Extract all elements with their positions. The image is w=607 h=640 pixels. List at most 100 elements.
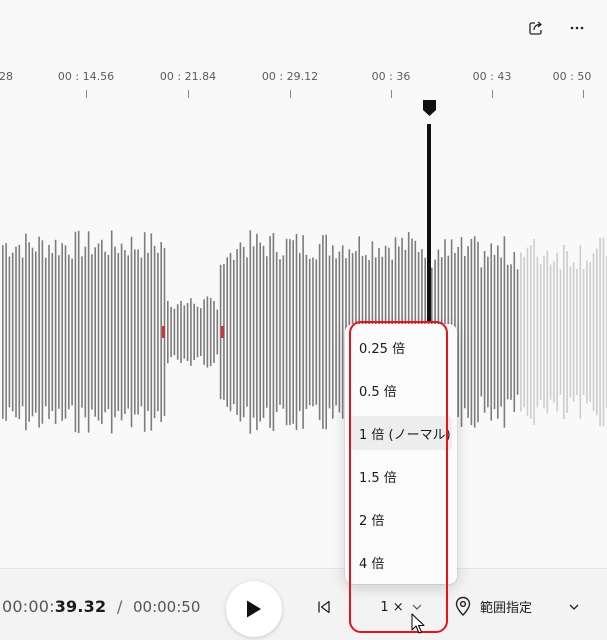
waveform-bar [259, 242, 261, 422]
tick-mark [583, 90, 584, 98]
speed-option-1-normal[interactable]: 1 倍 (ノーマル) [350, 416, 452, 450]
timeline-ruler[interactable]: 28 00 : 14.56 00 : 21.84 00 : 29.12 00 :… [0, 62, 607, 102]
speed-option-2[interactable]: 2 倍 [350, 502, 452, 536]
waveform-bar [457, 247, 459, 418]
waveform-bar [153, 245, 156, 419]
share-icon[interactable] [522, 14, 550, 42]
waveform-bar [8, 256, 11, 408]
waveform-bar [530, 244, 532, 420]
more-icon[interactable] [563, 14, 591, 42]
waveform-bar [308, 258, 311, 406]
waveform-bar [533, 239, 535, 425]
tick-mark [391, 90, 392, 98]
waveform-bar [335, 258, 337, 406]
waveform-bar [117, 253, 120, 411]
waveform-bar [500, 257, 502, 407]
speed-option-0-25[interactable]: 0.25 倍 [350, 330, 452, 364]
waveform-bar [487, 256, 489, 408]
waveform-bar [173, 308, 176, 356]
waveform-bar [572, 262, 575, 402]
waveform-bar [497, 245, 499, 419]
waveform-marker[interactable] [162, 326, 165, 338]
waveform-bar [193, 303, 195, 361]
waveform-bar [147, 252, 149, 412]
waveform-bar [559, 269, 562, 395]
tick-label: 00 : 29.12 [261, 70, 319, 83]
waveform-bar [473, 236, 476, 428]
tick-label: 28 [0, 70, 13, 83]
waveform-bar [68, 254, 70, 410]
waveform-bar [460, 237, 463, 427]
waveform-bar [556, 252, 558, 412]
waveform-bar [160, 241, 162, 423]
waveform-bar [569, 266, 572, 398]
waveform-bar [209, 298, 212, 367]
waveform[interactable] [0, 100, 607, 560]
waveform-bar [483, 251, 486, 413]
waveform-bar [493, 254, 496, 410]
waveform-bar [61, 243, 63, 421]
waveform-marker[interactable] [221, 326, 224, 338]
waveform-bar [186, 303, 189, 361]
tick-mark [492, 90, 493, 98]
waveform-bar [596, 248, 598, 416]
waveform-bar [256, 233, 258, 431]
waveform-bar [341, 245, 344, 419]
waveform-bar [566, 251, 568, 413]
total-time: 00:00:50 [133, 598, 201, 616]
waveform-bar [322, 235, 324, 429]
waveform-bar [18, 244, 21, 420]
waveform-bar [464, 255, 466, 409]
waveform-bar [563, 244, 565, 420]
waveform-bar [157, 252, 159, 412]
skip-back-button[interactable] [310, 593, 338, 621]
waveform-bar [503, 236, 506, 428]
mark-range-button[interactable]: 範囲指定 [454, 589, 550, 623]
waveform-bar [242, 246, 245, 418]
waveform-bar [510, 264, 512, 400]
waveform-bar [51, 252, 54, 411]
play-button[interactable] [226, 581, 282, 637]
tick-mark [86, 90, 87, 98]
waveform-bar [292, 240, 294, 424]
speed-option-1-5[interactable]: 1.5 倍 [350, 459, 452, 493]
playhead-line[interactable] [427, 124, 431, 322]
waveform-bar [279, 259, 281, 405]
waveform-bar [213, 301, 215, 363]
waveform-bar [35, 251, 37, 413]
waveform-bar [81, 256, 83, 408]
waveform-bar [236, 249, 238, 415]
waveform-bar [233, 259, 235, 405]
waveform-bar [470, 238, 473, 426]
waveform-bar [206, 296, 209, 368]
waveform-bar [282, 255, 285, 409]
waveform-bar [275, 252, 278, 412]
playhead-handle[interactable] [423, 100, 436, 116]
waveform-bar [513, 252, 516, 412]
waveform-bar [203, 299, 205, 365]
waveform-bar [302, 235, 304, 429]
waveform-bar [269, 236, 271, 428]
expand-button[interactable] [562, 593, 586, 621]
speed-option-0-5[interactable]: 0.5 倍 [350, 373, 452, 407]
waveform-bar [246, 257, 248, 407]
waveform-bar [332, 245, 334, 419]
waveform-bar [216, 309, 219, 355]
playback-speed-button[interactable]: 1 × [366, 593, 436, 621]
waveform-bar [592, 253, 595, 411]
waveform-bar [576, 268, 578, 396]
waveform-bar [54, 239, 57, 425]
waveform-bar [84, 246, 87, 418]
waveform-bar [262, 245, 265, 418]
waveform-bar [94, 247, 96, 417]
waveform-bar [25, 233, 27, 431]
waveform-bar [490, 243, 492, 421]
waveform-bar [21, 257, 24, 407]
waveform-bar [58, 255, 60, 409]
waveform-bar [325, 234, 327, 430]
waveform-bar [526, 247, 529, 417]
chevron-down-icon [569, 604, 579, 610]
waveform-bar [299, 253, 301, 411]
speed-option-4[interactable]: 4 倍 [350, 545, 452, 579]
waveform-bar [289, 239, 291, 425]
